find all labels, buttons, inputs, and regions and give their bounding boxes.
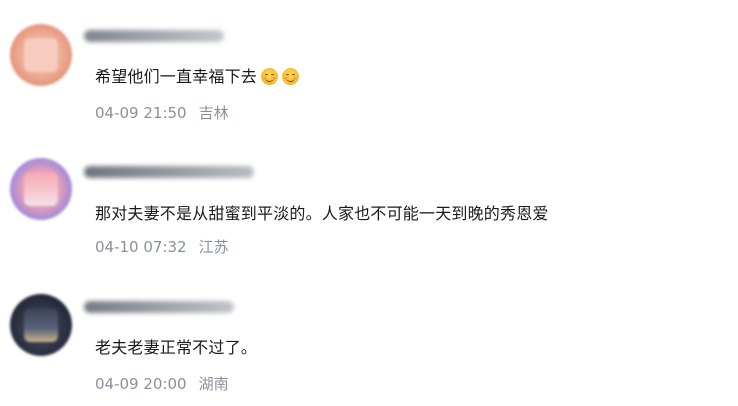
username-blurred[interactable]: [84, 30, 224, 42]
comment-item: 希望他们一直幸福下去 04-09 21:50 吉林: [0, 0, 738, 135]
smiling-face-emoji-icon: [261, 68, 279, 85]
comment-location: 江苏: [198, 238, 229, 256]
avatar[interactable]: [10, 294, 72, 356]
comment-text-content: 老夫老妻正常不过了。: [95, 338, 258, 357]
comment-meta: 04-09 20:00 湖南: [95, 373, 229, 394]
comment-location: 湖南: [198, 375, 229, 393]
comment-location: 吉林: [198, 104, 229, 122]
smiling-face-emoji-icon: [282, 68, 300, 85]
avatar[interactable]: [10, 24, 72, 86]
comment-text: 那对夫妻不是从甜蜜到平淡的。人家也不可能一天到晚的秀恩爱: [95, 200, 549, 224]
username-blurred[interactable]: [84, 301, 234, 313]
comment-timestamp: 04-10 07:32: [95, 238, 187, 256]
comment-timestamp: 04-09 20:00: [95, 375, 187, 393]
comment-item: 老夫老妻正常不过了。 04-09 20:00 湖南: [0, 270, 738, 406]
username-blurred[interactable]: [84, 166, 254, 178]
comment-timestamp: 04-09 21:50: [95, 104, 187, 122]
comment-meta: 04-09 21:50 吉林: [95, 102, 229, 123]
avatar[interactable]: [10, 158, 72, 220]
comment-text: 希望他们一直幸福下去: [95, 63, 300, 87]
comment-item: 那对夫妻不是从甜蜜到平淡的。人家也不可能一天到晚的秀恩爱 04-10 07:32…: [0, 135, 738, 270]
comment-meta: 04-10 07:32 江苏: [95, 236, 229, 257]
comment-text-content: 希望他们一直幸福下去: [95, 67, 258, 86]
comment-text-content: 那对夫妻不是从甜蜜到平淡的。人家也不可能一天到晚的秀恩爱: [95, 204, 549, 223]
comment-text: 老夫老妻正常不过了。: [95, 334, 257, 358]
